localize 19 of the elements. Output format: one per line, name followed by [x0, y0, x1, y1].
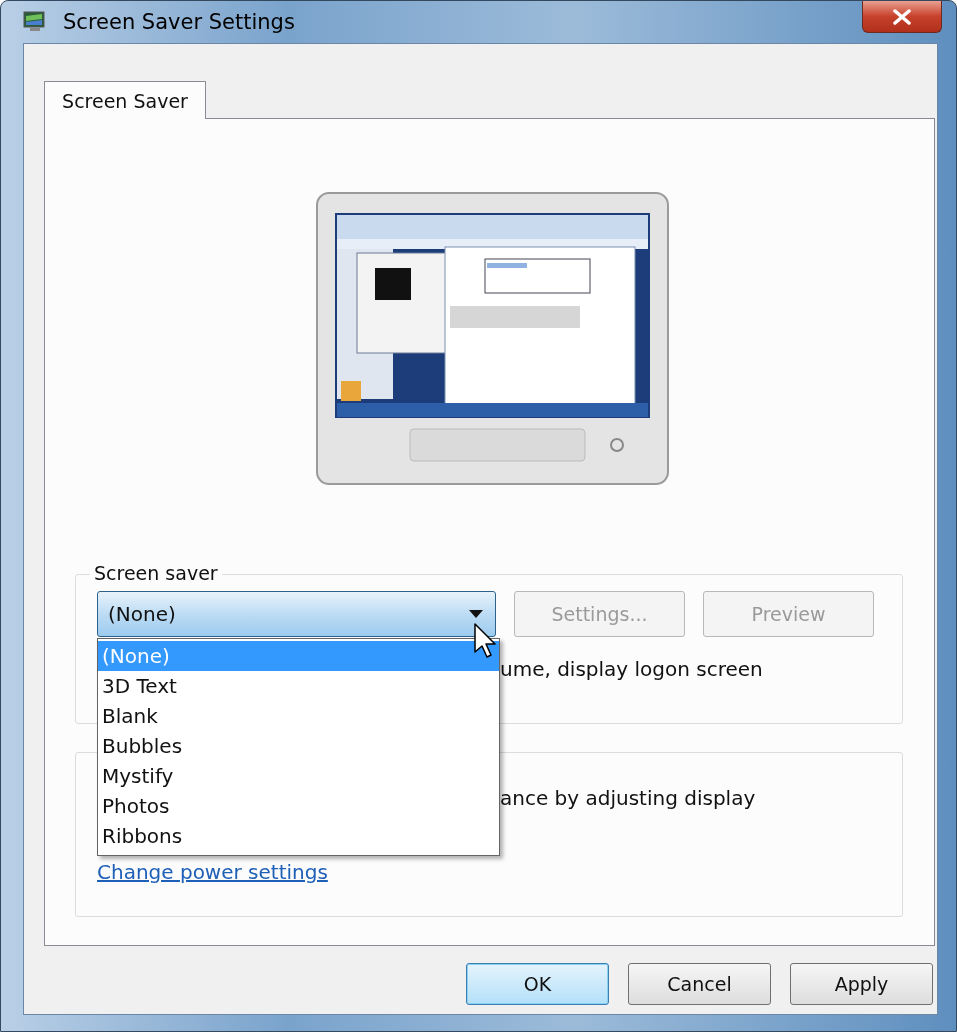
dropdown-option[interactable]: 3D Text — [98, 671, 499, 701]
dialog-button[interactable]: OK — [466, 963, 609, 1005]
dropdown-option[interactable]: Bubbles — [98, 731, 499, 761]
checkbox-label: ume, display logon screen — [500, 657, 764, 681]
dialog-button[interactable]: Apply — [790, 963, 933, 1005]
close-icon — [892, 8, 912, 25]
caret-icon — [469, 610, 483, 618]
description-text: ance by adjusting display — [500, 786, 757, 810]
close-button[interactable] — [862, 1, 942, 33]
dropdown-option[interactable]: Mystify — [98, 761, 499, 791]
dropdown-option[interactable]: Ribbons — [98, 821, 499, 851]
dropdown-option[interactable]: Photos — [98, 791, 499, 821]
window-title: Screen Saver Settings — [63, 10, 295, 34]
monitor-icon — [23, 11, 47, 33]
tab[interactable]: Screen Saver — [44, 81, 206, 119]
screen-saver-dropdown[interactable]: (None) — [97, 591, 496, 637]
dialog-button[interactable]: Cancel — [628, 963, 771, 1005]
change-power-settings-link[interactable]: Change power settings — [97, 860, 328, 884]
dropdown-option[interactable]: Blank — [98, 701, 499, 731]
